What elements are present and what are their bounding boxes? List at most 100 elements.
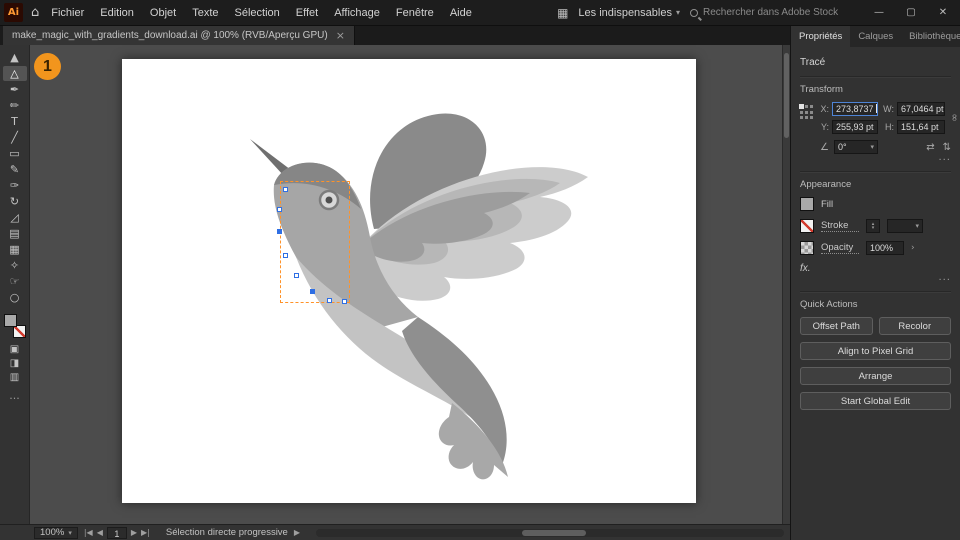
opacity-field[interactable]: 100% [866,241,904,255]
first-artboard-icon[interactable]: |◀ [84,528,93,537]
maximize-button[interactable]: ▢ [900,7,922,18]
canvas[interactable]: 1 [30,45,782,524]
stroke-weight-dropdown[interactable]: ▾ [887,219,923,233]
menu-fenetre[interactable]: Fenêtre [396,7,434,19]
anchor-point[interactable] [294,273,299,278]
status-menu-arrow-icon[interactable]: ▶ [294,528,300,537]
draw-behind-mode[interactable]: ◨ [3,357,27,370]
fx-button[interactable]: fx. [800,263,951,274]
x-field[interactable]: 273,8737 [832,102,878,116]
stock-search[interactable] [690,7,858,18]
anchor-point[interactable] [277,207,282,212]
draw-normal-mode[interactable]: ▣ [3,343,27,356]
horizontal-scrollbar[interactable] [316,528,784,537]
anchor-point[interactable] [283,187,288,192]
curvature-tool[interactable]: ✏ [3,98,27,113]
rectangle-tool[interactable]: ▭ [3,146,27,161]
home-icon[interactable]: ⌂ [31,5,39,20]
x-label: X: [820,104,829,114]
workspace-selector[interactable]: Les indispensables ▾ [578,7,680,19]
tab-calques[interactable]: Calques [850,26,901,47]
anchor-point-selected[interactable] [310,289,315,294]
rotate-tool[interactable]: ↻ [3,194,27,209]
hand-tool[interactable]: ☞ [3,274,27,289]
zoom-level: 100% [40,527,65,538]
type-tool[interactable]: T [3,114,27,129]
eyedropper-tool[interactable]: ✧ [3,258,27,273]
menu-aide[interactable]: Aide [450,7,472,19]
scale-tool[interactable]: ◿ [3,210,27,225]
fill-color-swatch[interactable] [800,197,814,211]
artboard-number-field[interactable]: 1 [106,526,127,539]
offset-path-button[interactable]: Offset Path [800,317,873,335]
h-field[interactable]: 151,64 pt [897,120,945,134]
toolbar-more-icon[interactable]: ··· [3,391,27,406]
app-logo-icon[interactable]: Ai [4,3,23,22]
anchor-point[interactable] [327,298,332,303]
stroke-weight-stepper[interactable]: ▴ ▾ [866,219,880,233]
flip-vertical-icon[interactable]: ⇅ [943,142,951,153]
reference-point-locator[interactable] [799,104,813,120]
y-field[interactable]: 255,93 pt [832,120,878,134]
line-segment-tool[interactable]: ╱ [3,130,27,145]
anchor-point[interactable] [283,253,288,258]
rotation-angle-icon: ∠ [820,141,829,153]
selection-tool[interactable]: ▲ [3,50,27,65]
zoom-level-dropdown[interactable]: 100% ▾ [34,526,78,539]
previous-artboard-icon[interactable]: ◀ [97,528,103,537]
rotation-field[interactable]: 0° ▾ [833,140,878,154]
menu-selection[interactable]: Sélection [235,7,280,19]
opacity-label[interactable]: Opacity [821,242,859,254]
start-global-edit-button[interactable]: Start Global Edit [800,392,951,410]
gradient-tool[interactable]: ▤ [3,226,27,241]
arrange-button[interactable]: Arrange [800,367,951,385]
last-artboard-icon[interactable]: ▶| [141,528,150,537]
selection-bounding-box[interactable] [280,181,350,303]
mesh-tool[interactable]: ▦ [3,242,27,257]
artboard[interactable] [122,59,696,503]
tab-close-icon[interactable]: × [336,29,345,42]
close-button[interactable]: ✕ [932,7,954,18]
draw-inside-mode[interactable]: ▥ [3,371,27,384]
menu-edition[interactable]: Edition [100,7,134,19]
align-to-pixel-grid-button[interactable]: Align to Pixel Grid [800,342,951,360]
w-field[interactable]: 67,0464 pt [897,102,945,116]
search-input[interactable] [703,7,853,18]
vertical-scrollbar-thumb[interactable] [784,53,789,138]
stroke-label[interactable]: Stroke [821,220,859,232]
menu-texte[interactable]: Texte [192,7,218,19]
anchor-point-selected[interactable] [277,229,282,234]
appearance-section-title: Appearance [800,179,852,190]
fill-swatch[interactable] [3,314,17,327]
fill-stroke-swatches[interactable] [3,314,26,338]
vertical-scrollbar[interactable] [782,45,790,524]
document-tab[interactable]: make_magic_with_gradients_download.ai @ … [3,26,355,45]
transform-more-options-icon[interactable]: ··· [800,156,951,166]
direct-selection-tool[interactable]: △ [2,66,27,81]
menu-effet[interactable]: Effet [296,7,318,19]
arrange-documents-icon[interactable]: ▦ [557,6,568,20]
appearance-more-options-icon[interactable]: ··· [800,276,951,286]
tab-bibliotheques[interactable]: Bibliothèques [901,26,960,47]
constrain-proportions-icon[interactable]: ∞ [949,113,960,121]
pen-tool[interactable]: ✒ [3,82,27,97]
menu-affichage[interactable]: Affichage [334,7,380,19]
stepper-down-icon[interactable]: ▾ [872,226,875,231]
recolor-button[interactable]: Recolor [878,317,951,335]
tab-proprietes[interactable]: Propriétés [791,26,851,47]
opacity-options-icon[interactable]: › [911,243,915,253]
paintbrush-tool[interactable]: ✎ [3,162,27,177]
flip-horizontal-icon[interactable]: ⇄ [926,142,934,153]
artboard-navigation: |◀ ◀ 1 ▶ ▶| [84,526,150,539]
pencil-tool[interactable]: ✑ [3,178,27,193]
rotation-value: 0° [837,142,847,152]
opacity-swatch-icon[interactable] [800,241,814,255]
minimize-button[interactable]: — [868,7,890,18]
menu-objet[interactable]: Objet [150,7,176,19]
stroke-color-swatch[interactable] [800,219,814,233]
next-artboard-icon[interactable]: ▶ [131,528,137,537]
menu-fichier[interactable]: Fichier [51,7,84,19]
zoom-tool[interactable]: ○ [3,290,27,305]
anchor-point[interactable] [342,299,347,304]
horizontal-scrollbar-thumb[interactable] [521,529,586,536]
